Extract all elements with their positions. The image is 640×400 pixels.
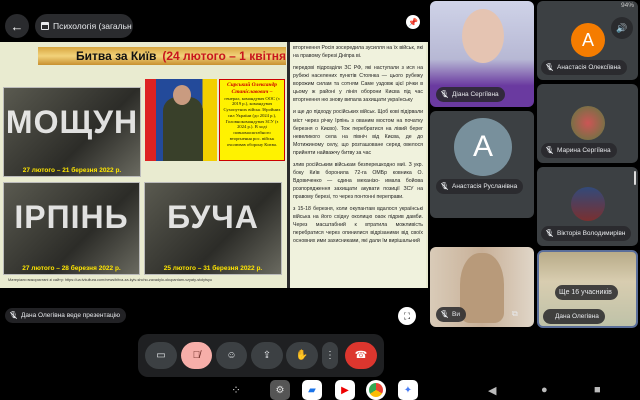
call-controls: ▭ 🎙̸ ☺ ⇪ ✋ ⋮ ☎ [138,334,384,377]
avatar [571,187,605,221]
fullscreen-icon: ⛶ [403,310,411,321]
avatar: A [454,118,512,176]
arrow-left-icon: ← [10,18,24,34]
camera-icon: ▭ [156,350,166,361]
more-vert-icon: ⋮ [325,350,335,361]
pin-button[interactable]: 📌 [406,15,420,29]
participant-tile[interactable]: A 🎙 Анастасія Русланівна [430,111,534,218]
presenter-label: 🎙 Дана Олегівна веде презентацію [5,308,127,323]
participant-tile[interactable]: 🎙 Діана Сергіївна [430,1,534,107]
emoji-button[interactable]: ☺ [216,342,247,369]
presentation-slide: Битва за Київ (24 лютого – 1 квітня МОЩУН… [0,42,428,288]
recents-icon[interactable]: ■ [594,384,601,396]
settings-icon[interactable]: ⚙ [270,380,290,400]
general-info: Сирський Олександр Станіславович – генера… [219,79,285,161]
avatar [571,106,605,140]
home-icon[interactable]: ● [541,384,548,396]
mic-off-icon: 🎙 [440,182,449,190]
participant-name: 🎙 Вікторія Володимирівн [541,226,632,241]
end-call-icon: ☎ [354,350,368,361]
mic-off-icon: 🎙̸ [192,350,201,361]
general-photo [145,79,217,161]
apps-icon[interactable]: ⁘ [226,380,246,400]
mic-button[interactable]: 🎙̸ [181,342,212,369]
mic-off-icon: 🎙 [545,146,554,154]
self-view-tile[interactable]: 🎙 Ви ⧉ [430,247,534,327]
camera-button[interactable]: ▭ [145,342,177,369]
participant-tile[interactable]: Ще 16 учасників Дана Олегівна [537,250,638,328]
meeting-title-chip[interactable]: Психологія (загальн [35,14,133,38]
files-icon[interactable]: ▰ [302,380,322,400]
more-options-button[interactable]: ⋮ [322,342,338,369]
more-participants[interactable]: Ще 16 учасників [555,285,618,300]
meeting-title: Психологія (загальн [53,21,132,31]
photo-irpin: ІРПІНЬ 27 лютого – 28 березня 2022 р. [3,182,140,275]
slide-text: вторгнення Росія зосередила зусилля на ї… [287,42,426,288]
participant-name: 🎙 Ви [436,307,466,322]
mic-off-icon: 🎙 [545,229,554,237]
participant-tile[interactable]: A 🔊 🎙 Анастасія Олексіївна [537,1,638,80]
present-button[interactable]: ⇪ [251,342,283,369]
participant-name: 🎙 Діана Сергіївна [436,87,505,102]
fullscreen-button[interactable]: ⛶ [398,307,416,325]
calendar-icon [41,22,49,30]
participant-tile[interactable]: 🎙 Вікторія Володимирівн [537,167,638,246]
present-icon: ⇪ [262,350,272,361]
scrollbar[interactable] [634,171,636,185]
raise-hand-button[interactable]: ✋ [286,342,318,369]
mic-off-icon: 🎙 [9,311,18,319]
participant-name: 🎙 Анастасія Русланівна [436,179,524,194]
gemini-icon[interactable]: ✦ [398,380,418,400]
back-button[interactable]: ← [5,14,29,38]
avatar: A [571,23,605,57]
chrome-icon[interactable] [366,380,386,400]
mic-off-icon: 🎙 [440,310,449,318]
participant-name: 🎙 Анастасія Олексіївна [541,60,627,75]
participant-name: 🎙 Марина Сергіївна [541,143,617,158]
pin-icon: 📌 [408,17,418,27]
slide-title: Битва за Київ (24 лютого – 1 квітня [38,47,286,65]
mic-off-icon: 🎙 [440,90,449,98]
picture-in-picture-icon[interactable]: ⧉ [512,309,518,319]
youtube-icon[interactable]: ▶ [335,380,355,400]
raise-hand-icon: ✋ [295,350,309,361]
emoji-icon: ☺ [226,350,237,361]
participant-name: Дана Олегівна [543,309,605,324]
back-icon[interactable]: ◀ [488,384,496,397]
speaker-icon[interactable]: 🔊 [611,17,633,39]
slide-source: Матеріали використані зі сайту: https://… [8,278,213,282]
end-call-button[interactable]: ☎ [345,342,377,369]
mic-off-icon: 🎙 [545,63,554,71]
photo-bucha: БУЧА 25 лютого – 31 березня 2022 р. [144,182,282,275]
photo-moshchun: МОЩУН 27 лютого – 21 березня 2022 р. [3,87,141,177]
participant-tile[interactable]: 🎙 Марина Сергіївна [537,84,638,163]
battery-status: 94% [620,2,634,9]
